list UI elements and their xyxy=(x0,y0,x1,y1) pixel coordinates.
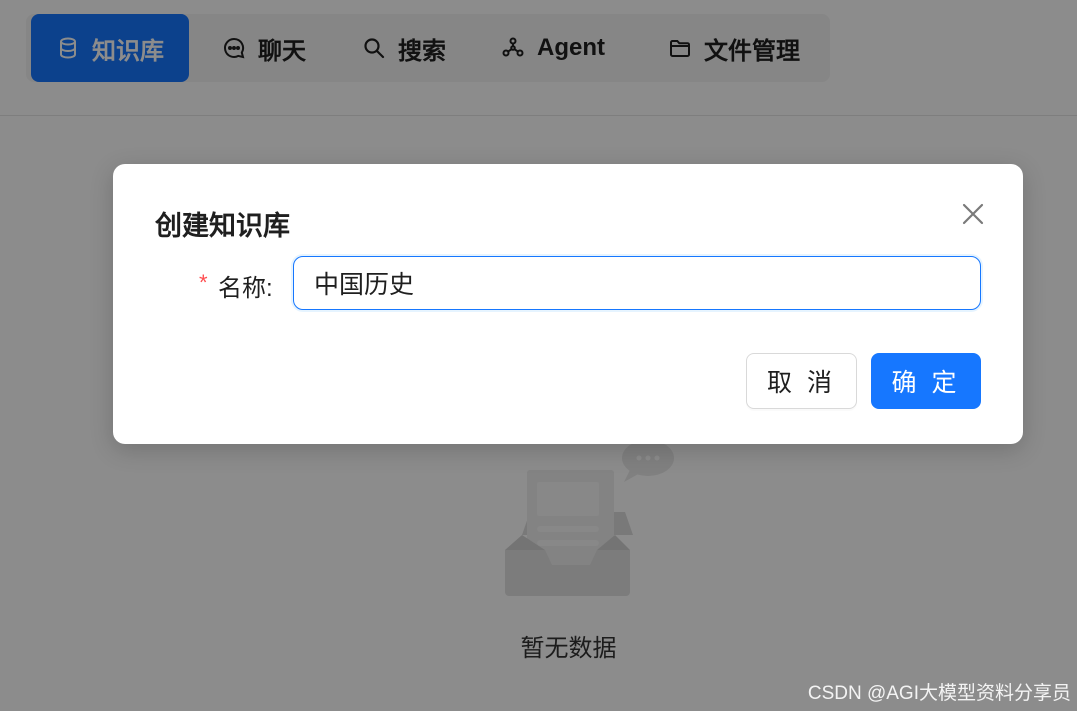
cancel-button[interactable]: 取 消 xyxy=(746,353,857,409)
confirm-button[interactable]: 确 定 xyxy=(871,353,981,409)
name-input[interactable] xyxy=(293,256,981,310)
name-form-row: * 名称: xyxy=(113,256,1023,310)
page: 知识库 聊天 搜索 Agent 文件管理 暂无数据 创建知识库 * 名称: 中国… xyxy=(0,0,1077,711)
name-label: 名称: xyxy=(218,275,273,302)
create-knowledge-base-dialog: 创建知识库 * 名称: 取 消 确 定 xyxy=(113,164,1023,444)
watermark: CSDN @AGI大模型资料分享员 xyxy=(807,683,1071,704)
close-icon[interactable] xyxy=(959,200,987,228)
required-mark: * xyxy=(199,270,208,295)
dialog-title: 创建知识库 xyxy=(155,211,290,241)
